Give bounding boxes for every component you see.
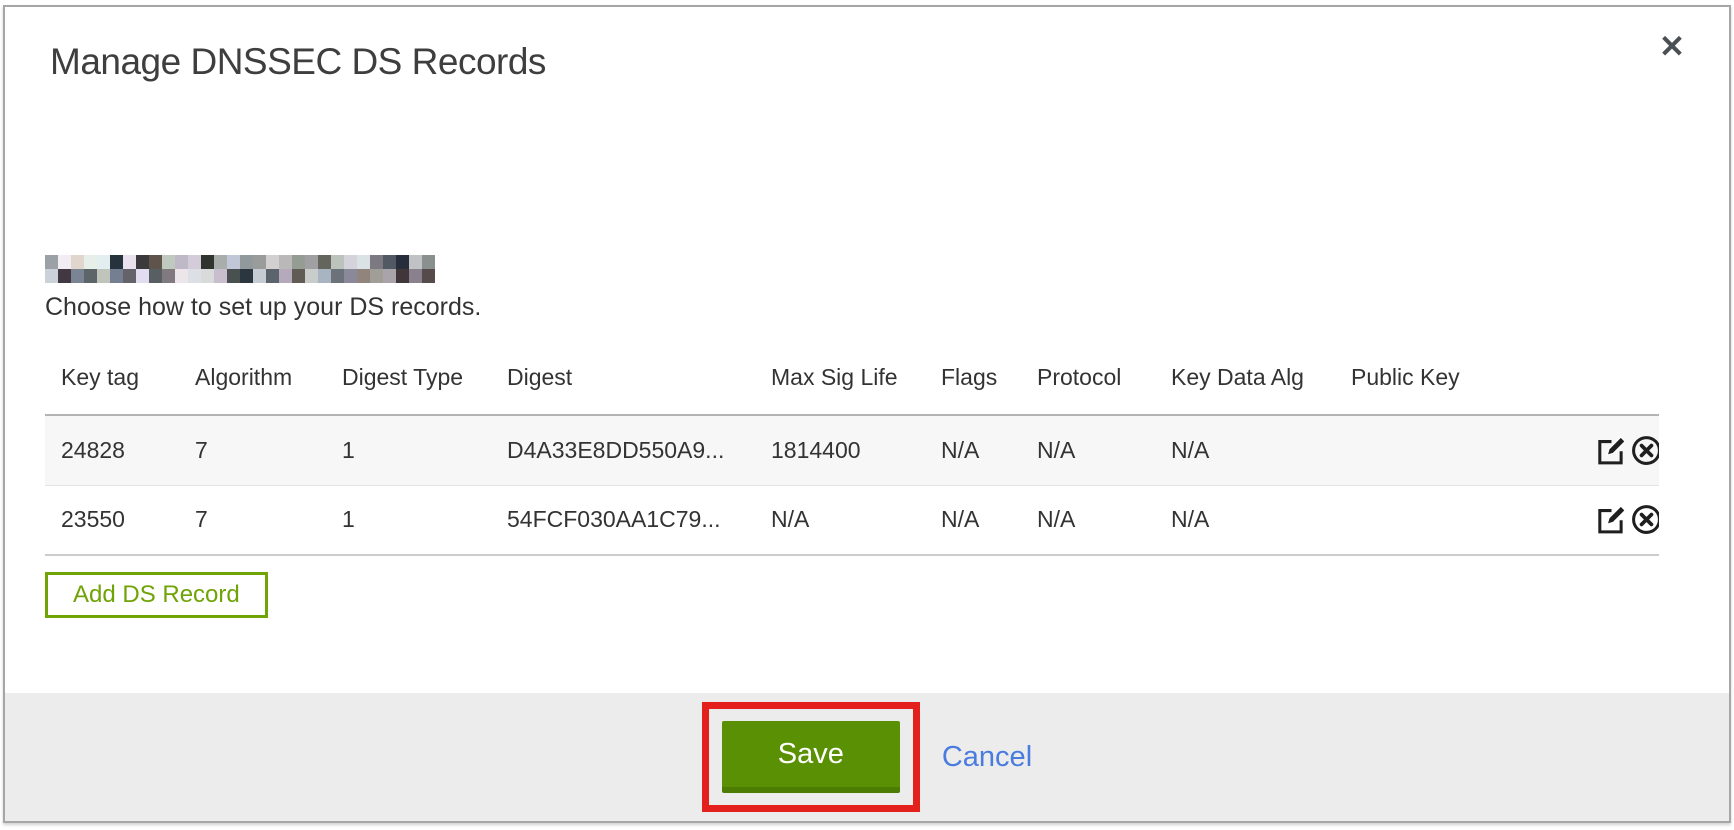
cell-key-tag: 24828	[45, 415, 179, 485]
cell-key-data-alg: N/A	[1155, 415, 1335, 485]
delete-icon[interactable]	[1630, 434, 1659, 467]
edit-icon[interactable]	[1595, 503, 1628, 536]
column-header: Digest Type	[326, 341, 491, 415]
annotation-highlight-box: Save	[702, 702, 920, 812]
column-header-actions	[1579, 341, 1659, 415]
modal-title: Manage DNSSEC DS Records	[50, 41, 1729, 83]
column-header: Public Key	[1335, 341, 1579, 415]
ds-records-tbody: 2482871D4A33E8DD550A9...1814400N/AN/AN/A…	[45, 415, 1659, 555]
row-actions	[1579, 415, 1659, 485]
instruction-text: Choose how to set up your DS records.	[45, 294, 1729, 320]
column-header: Max Sig Life	[755, 341, 925, 415]
cell-max-sig-life: N/A	[755, 485, 925, 555]
cell-algorithm: 7	[179, 415, 326, 485]
cell-algorithm: 7	[179, 485, 326, 555]
ds-records-table-wrap: Key tagAlgorithmDigest TypeDigestMax Sig…	[45, 341, 1689, 556]
cell-key-data-alg: N/A	[1155, 485, 1335, 555]
cell-digest: D4A33E8DD550A9...	[491, 415, 755, 485]
column-header: Protocol	[1021, 341, 1155, 415]
cell-digest-type: 1	[326, 485, 491, 555]
cell-digest: 54FCF030AA1C79...	[491, 485, 755, 555]
save-button[interactable]: Save	[722, 721, 900, 793]
cell-protocol: N/A	[1021, 485, 1155, 555]
cancel-link[interactable]: Cancel	[942, 741, 1032, 774]
cell-key-tag: 23550	[45, 485, 179, 555]
close-icon[interactable]: ✕	[1659, 31, 1685, 62]
column-header: Algorithm	[179, 341, 326, 415]
column-header: Key Data Alg	[1155, 341, 1335, 415]
cell-flags: N/A	[925, 415, 1021, 485]
cell-flags: N/A	[925, 485, 1021, 555]
cell-digest-type: 1	[326, 415, 491, 485]
edit-icon[interactable]	[1595, 434, 1628, 467]
column-header: Key tag	[45, 341, 179, 415]
table-header-row: Key tagAlgorithmDigest TypeDigestMax Sig…	[45, 341, 1659, 415]
redacted-domain-name	[45, 255, 435, 283]
dnssec-ds-records-modal: Manage DNSSEC DS Records ✕ Choose how to…	[3, 5, 1731, 823]
table-row: 235507154FCF030AA1C79...N/AN/AN/AN/A	[45, 485, 1659, 555]
table-row: 2482871D4A33E8DD550A9...1814400N/AN/AN/A	[45, 415, 1659, 485]
cell-public-key	[1335, 485, 1579, 555]
ds-records-table: Key tagAlgorithmDigest TypeDigestMax Sig…	[45, 341, 1659, 556]
row-actions	[1579, 485, 1659, 555]
delete-icon[interactable]	[1630, 503, 1659, 536]
modal-footer: Save Cancel	[5, 693, 1729, 821]
column-header: Digest	[491, 341, 755, 415]
cell-protocol: N/A	[1021, 415, 1155, 485]
cell-max-sig-life: 1814400	[755, 415, 925, 485]
add-ds-record-button[interactable]: Add DS Record	[45, 572, 268, 618]
column-header: Flags	[925, 341, 1021, 415]
cell-public-key	[1335, 415, 1579, 485]
